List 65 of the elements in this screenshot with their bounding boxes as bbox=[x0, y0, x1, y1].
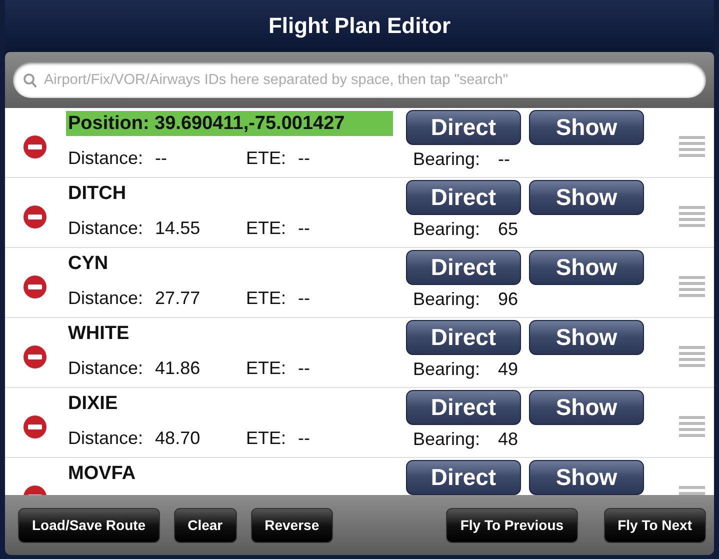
bearing-value: -- bbox=[498, 149, 510, 170]
toolbar-button[interactable]: Load/Save Route bbox=[18, 508, 160, 542]
direct-button[interactable]: Direct bbox=[406, 250, 521, 285]
ete-label: ETE: bbox=[246, 288, 286, 309]
distance-value: 48.70 bbox=[155, 428, 200, 449]
delete-icon[interactable] bbox=[22, 204, 48, 230]
waypoint-name: WHITE bbox=[67, 322, 130, 346]
distance-label: Distance: bbox=[68, 288, 144, 309]
distance-value: 41.86 bbox=[155, 358, 200, 379]
ete-label: ETE: bbox=[246, 148, 286, 169]
toolbar-button[interactable]: Fly To Next bbox=[604, 508, 706, 542]
bearing-label: Bearing: bbox=[413, 359, 480, 380]
delete-icon[interactable] bbox=[22, 414, 48, 440]
waypoint-name: DIXIE bbox=[67, 392, 119, 416]
direct-button[interactable]: Direct bbox=[406, 390, 521, 425]
ete-label: ETE: bbox=[246, 428, 286, 449]
direct-button[interactable]: Direct bbox=[406, 320, 521, 355]
bearing-label: Bearing: bbox=[413, 149, 480, 170]
waypoint-name: DITCH bbox=[67, 182, 128, 206]
drag-handle-icon[interactable] bbox=[679, 346, 705, 367]
show-button[interactable]: Show bbox=[529, 460, 644, 495]
ete-value: -- bbox=[298, 428, 310, 449]
drag-handle-icon[interactable] bbox=[679, 136, 705, 157]
ete-value: -- bbox=[298, 358, 310, 379]
show-button[interactable]: Show bbox=[529, 110, 644, 145]
ete-value: -- bbox=[298, 288, 310, 309]
toolbar-button[interactable]: Reverse bbox=[250, 508, 334, 542]
bearing-label: Bearing: bbox=[413, 289, 480, 310]
direct-button[interactable]: Direct bbox=[406, 110, 521, 145]
toolbar-button[interactable]: Clear bbox=[174, 508, 237, 542]
show-button[interactable]: Show bbox=[529, 180, 644, 215]
search-field[interactable]: Airport/Fix/VOR/Airways IDs here separated by space, then tap "search" bbox=[13, 62, 706, 98]
bearing-value: 96 bbox=[498, 289, 518, 310]
show-button[interactable]: Show bbox=[529, 250, 644, 285]
distance-value: 27.77 bbox=[155, 288, 200, 309]
delete-icon[interactable] bbox=[22, 134, 48, 160]
waypoint-name: CYN bbox=[67, 252, 110, 276]
show-button[interactable]: Show bbox=[529, 320, 644, 355]
bearing-value: 65 bbox=[498, 219, 518, 240]
bearing-label: Bearing: bbox=[413, 429, 480, 450]
ete-value: -- bbox=[298, 148, 310, 169]
delete-icon[interactable] bbox=[22, 344, 48, 370]
toolbar-button[interactable]: Fly To Previous bbox=[446, 508, 578, 542]
waypoint-name: MOVFA bbox=[67, 462, 137, 486]
waypoint-name: Position: 39.690411,-75.001427 bbox=[66, 111, 393, 136]
distance-value: -- bbox=[155, 148, 168, 169]
delete-icon[interactable] bbox=[22, 274, 48, 300]
ete-value: -- bbox=[298, 218, 310, 239]
distance-value: 14.55 bbox=[155, 218, 200, 239]
distance-label: Distance: bbox=[68, 218, 144, 239]
bearing-value: 48 bbox=[498, 429, 518, 450]
drag-handle-icon[interactable] bbox=[679, 276, 705, 297]
bearing-label: Bearing: bbox=[413, 219, 480, 240]
window-title: Flight Plan Editor bbox=[268, 13, 451, 39]
show-button[interactable]: Show bbox=[529, 390, 644, 425]
ete-label: ETE: bbox=[246, 358, 286, 379]
distance-label: Distance: bbox=[68, 358, 144, 379]
distance-label: Distance: bbox=[68, 148, 144, 169]
drag-handle-icon[interactable] bbox=[679, 416, 705, 437]
drag-handle-icon[interactable] bbox=[679, 206, 705, 227]
ete-label: ETE: bbox=[246, 218, 286, 239]
direct-button[interactable]: Direct bbox=[406, 460, 521, 495]
direct-button[interactable]: Direct bbox=[406, 180, 521, 215]
distance-label: Distance: bbox=[68, 428, 144, 449]
bearing-value: 49 bbox=[498, 359, 518, 380]
